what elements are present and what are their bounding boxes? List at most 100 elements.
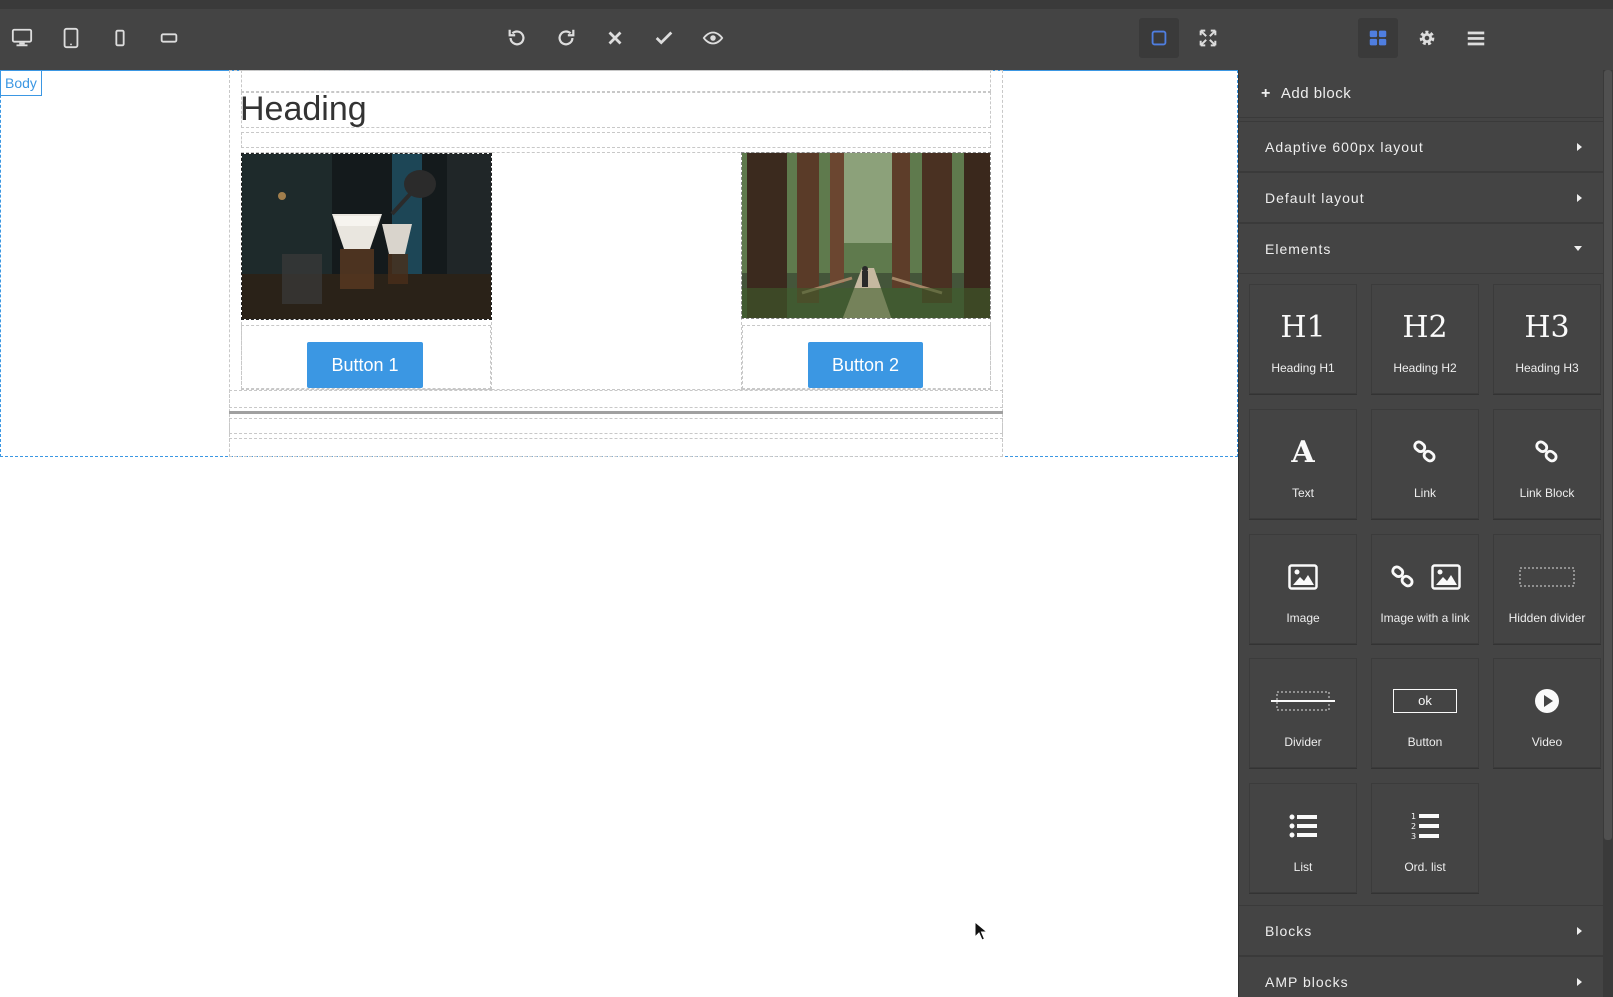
block-label: Link Block	[1519, 486, 1575, 500]
layers-icon	[1467, 31, 1485, 46]
heading-text[interactable]: Heading	[240, 90, 367, 129]
save-button[interactable]	[644, 18, 684, 58]
coffee-image[interactable]	[241, 153, 492, 320]
settings-panel-button[interactable]	[1407, 18, 1447, 58]
divider-line[interactable]	[229, 411, 1003, 414]
block-label: Text	[1291, 486, 1314, 500]
divider-glyph	[1271, 659, 1335, 729]
block-label: Heading H1	[1271, 361, 1335, 375]
block-text[interactable]: A Text	[1249, 409, 1357, 519]
hidden-divider-glyph	[1519, 535, 1575, 605]
block-link-block[interactable]: Link Block	[1493, 409, 1601, 519]
block-heading-h1[interactable]: H1 Heading H1	[1249, 284, 1357, 394]
category-elements[interactable]: Elements	[1239, 223, 1604, 274]
blocks-panel: + Add block Adaptive 600px layout Defaul…	[1238, 70, 1613, 997]
play-circle-icon	[1535, 689, 1559, 713]
block-image-with-link[interactable]: Image with a link	[1371, 534, 1479, 644]
caret-right-icon	[1577, 926, 1582, 935]
button-glyph: ok	[1393, 659, 1457, 729]
tablet-icon	[63, 27, 79, 49]
mobile-landscape-view-button[interactable]	[149, 18, 189, 58]
panel-scrollbar[interactable]	[1603, 70, 1613, 997]
block-divider[interactable]: Divider	[1249, 658, 1357, 768]
body-badge: Body	[0, 70, 42, 96]
email-button-1[interactable]: Button 1	[307, 342, 423, 388]
block-label: Divider	[1284, 735, 1322, 749]
mobile-portrait-view-button[interactable]	[100, 18, 140, 58]
block-label: Heading H2	[1393, 361, 1457, 375]
block-label: Image	[1286, 611, 1320, 625]
block-image[interactable]: Image	[1249, 534, 1357, 644]
block-label: Ord. list	[1404, 860, 1446, 874]
divider-icon	[1271, 691, 1335, 711]
scrollbar-thumb[interactable]	[1604, 70, 1612, 840]
block-heading-h2[interactable]: H2 Heading H2	[1371, 284, 1479, 394]
top-spacer[interactable]	[241, 70, 991, 92]
h3-glyph: H3	[1524, 309, 1570, 345]
fullscreen-button[interactable]	[1188, 18, 1228, 58]
blocks-panel-button[interactable]	[1358, 18, 1398, 58]
outline-toggle-button[interactable]	[1139, 18, 1179, 58]
clear-icon	[608, 31, 622, 45]
link-block-glyph	[1533, 410, 1561, 480]
image-icon	[1288, 564, 1318, 590]
category-amp-blocks[interactable]: AMP blocks	[1239, 956, 1604, 997]
category-blocks[interactable]: Blocks	[1239, 905, 1604, 956]
category-label: Elements	[1265, 240, 1332, 257]
category-default-layout[interactable]: Default layout	[1239, 172, 1604, 223]
mobile-landscape-icon	[160, 33, 178, 43]
divider-top-spacer[interactable]	[229, 390, 1003, 408]
editor-canvas[interactable]: Body Heading Button 1 Button 2	[0, 70, 1238, 997]
block-list[interactable]: List	[1249, 783, 1357, 893]
image-glyph	[1288, 535, 1318, 605]
preview-button[interactable]	[693, 18, 733, 58]
blocks-icon	[1369, 30, 1387, 46]
block-label: Button	[1407, 735, 1443, 749]
caret-down-icon	[1574, 246, 1582, 251]
block-link[interactable]: Link	[1371, 409, 1479, 519]
list-glyph	[1289, 784, 1317, 854]
ordered-list-icon: 123	[1411, 812, 1439, 841]
footer-spacer[interactable]	[229, 438, 1003, 457]
category-label: Default layout	[1265, 189, 1365, 206]
save-icon	[655, 31, 673, 45]
block-label: Hidden divider	[1508, 611, 1586, 625]
undo-icon	[508, 29, 525, 46]
spacer-row[interactable]	[241, 132, 991, 148]
ordered-list-glyph: 123	[1411, 784, 1439, 854]
clear-canvas-button[interactable]	[595, 18, 635, 58]
email-button-2[interactable]: Button 2	[808, 342, 923, 388]
block-ordered-list[interactable]: 123 Ord. list	[1371, 783, 1479, 893]
desktop-view-button[interactable]	[2, 18, 42, 58]
h2-glyph: H2	[1402, 309, 1448, 345]
svg-text:1: 1	[1411, 812, 1416, 821]
tablet-view-button[interactable]	[51, 18, 91, 58]
svg-text:2: 2	[1411, 822, 1416, 831]
category-adaptive-layout[interactable]: Adaptive 600px layout	[1239, 121, 1604, 172]
block-label: Video	[1531, 735, 1563, 749]
block-label: Heading H3	[1515, 361, 1579, 375]
block-button[interactable]: ok Button	[1371, 658, 1479, 768]
image-link-glyph	[1389, 535, 1461, 605]
editor-toolbar	[0, 0, 1613, 70]
block-label: List	[1293, 860, 1313, 874]
block-heading-h3[interactable]: H3 Heading H3	[1493, 284, 1601, 394]
block-label: Image with a link	[1380, 611, 1470, 625]
add-block-label: Add block	[1280, 85, 1352, 102]
gear-icon	[1419, 30, 1435, 46]
forest-image[interactable]	[741, 152, 991, 319]
redo-button[interactable]	[546, 18, 586, 58]
plus-icon: +	[1261, 84, 1271, 102]
category-label: Adaptive 600px layout	[1265, 138, 1424, 155]
fullscreen-icon	[1199, 29, 1217, 47]
add-block-header[interactable]: + Add block	[1239, 70, 1604, 118]
undo-button[interactable]	[497, 18, 537, 58]
mouse-cursor-icon	[974, 921, 988, 941]
list-icon	[1289, 814, 1317, 838]
divider-bottom-spacer[interactable]	[229, 418, 1003, 434]
block-hidden-divider[interactable]: Hidden divider	[1493, 534, 1601, 644]
block-video[interactable]: Video	[1493, 658, 1601, 768]
forest-image-graphic	[742, 153, 990, 318]
link-icon	[1413, 440, 1436, 463]
layers-panel-button[interactable]	[1456, 18, 1496, 58]
